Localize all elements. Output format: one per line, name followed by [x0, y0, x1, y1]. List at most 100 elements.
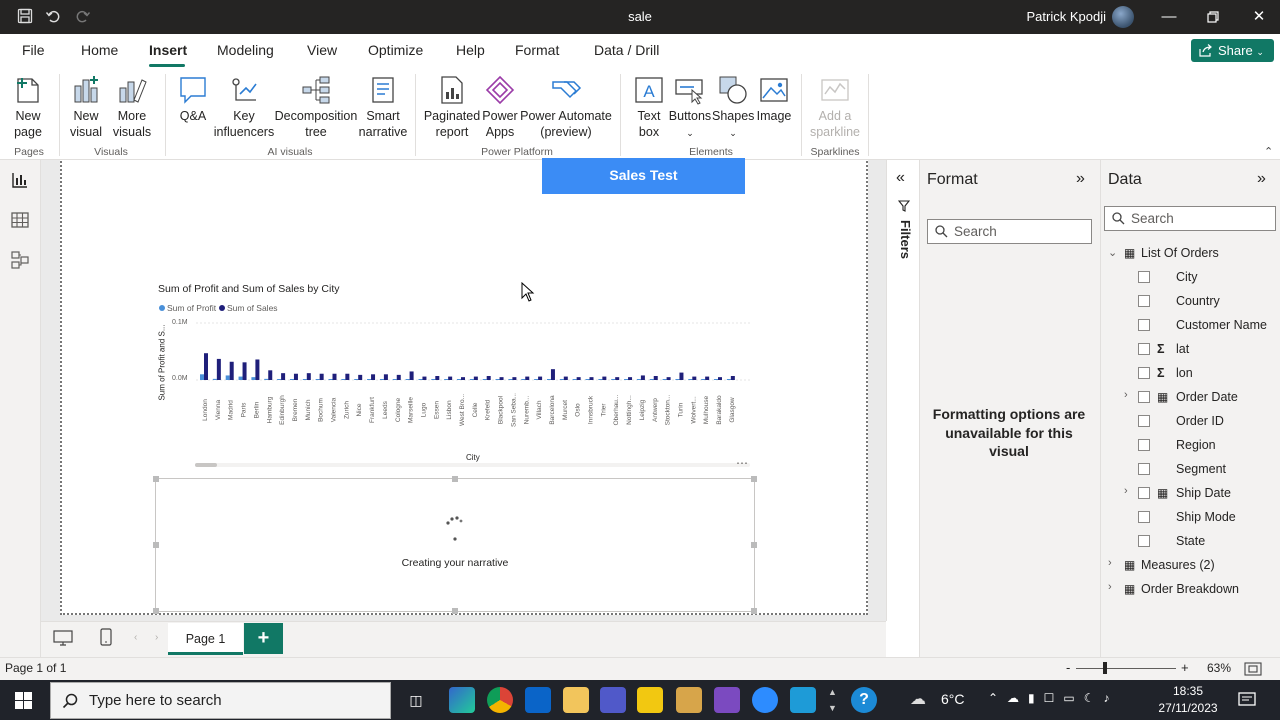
new-visual-button[interactable]: New visual [63, 74, 109, 140]
bar-profit[interactable] [392, 379, 397, 380]
page-tab-page-1[interactable]: Page 1 [168, 623, 243, 655]
chrome-icon[interactable] [487, 687, 513, 713]
field-checkbox[interactable] [1138, 343, 1150, 355]
undo-icon[interactable] [44, 8, 62, 26]
bar-sales[interactable] [499, 377, 504, 380]
field-checkbox[interactable] [1138, 391, 1150, 403]
field-order-date[interactable]: Order Date [1176, 388, 1238, 406]
resize-handle[interactable] [452, 608, 458, 614]
help-icon[interactable]: ? [851, 687, 877, 713]
bar-profit[interactable] [315, 379, 320, 380]
bar-profit[interactable] [534, 379, 539, 380]
text-box-button[interactable]: A Text box [628, 74, 670, 140]
system-tray-icons[interactable]: ⌃☁▮☐▭☾♪ [988, 691, 1119, 705]
chart-scrollbar[interactable] [195, 463, 750, 467]
legend-item-profit[interactable]: Sum of Profit [159, 303, 216, 313]
resize-handle[interactable] [153, 476, 159, 482]
scrollbar-thumb[interactable] [195, 463, 217, 467]
table-view-icon[interactable] [10, 210, 30, 230]
bar-sales[interactable] [705, 376, 710, 380]
resize-handle[interactable] [153, 608, 159, 614]
teams-icon[interactable] [600, 687, 626, 713]
save-icon[interactable] [16, 8, 34, 26]
field-state[interactable]: State [1176, 532, 1205, 550]
bar-sales[interactable] [383, 374, 388, 380]
zoom-slider-thumb[interactable] [1103, 662, 1107, 674]
tab-help[interactable]: Help [456, 42, 485, 58]
bar-sales[interactable] [718, 377, 722, 380]
field-checkbox[interactable] [1138, 463, 1150, 475]
minimize-icon[interactable]: — [1146, 0, 1192, 34]
bar-sales[interactable] [563, 376, 568, 380]
bar-sales[interactable] [679, 372, 684, 380]
bar-sales[interactable] [730, 376, 735, 380]
mobile-layout-icon[interactable] [100, 628, 112, 646]
bar-sales[interactable] [319, 373, 324, 380]
table-name-list-of-orders[interactable]: List Of Orders [1141, 244, 1219, 262]
bar-profit[interactable] [521, 379, 526, 380]
bar-profit[interactable] [354, 379, 359, 380]
bar-sales[interactable] [628, 377, 633, 380]
bar-profit[interactable] [277, 379, 282, 380]
paginated-report-button[interactable]: Paginated report [422, 74, 482, 140]
weather-temp[interactable]: 6°C [941, 691, 965, 707]
collapse-format-icon[interactable]: » [1076, 170, 1085, 188]
power-automate-button[interactable]: Power Automate (preview) [518, 74, 614, 140]
bar-profit[interactable] [328, 379, 333, 380]
legend-item-sales[interactable]: Sum of Sales [219, 303, 278, 313]
bar-sales[interactable] [409, 371, 414, 380]
field-checkbox[interactable] [1138, 295, 1150, 307]
bar-profit[interactable] [624, 379, 629, 380]
smart-narrative-visual[interactable]: Creating your narrative [153, 476, 757, 614]
bar-profit[interactable] [598, 379, 603, 380]
bar-profit[interactable] [482, 379, 487, 380]
tab-data-drill[interactable]: Data / Drill [594, 42, 659, 58]
restore-icon[interactable] [1190, 0, 1236, 34]
bar-profit[interactable] [289, 379, 294, 380]
bar-sales[interactable] [204, 353, 208, 380]
bar-profit[interactable] [726, 379, 731, 380]
field-region[interactable]: Region [1176, 436, 1216, 454]
bar-profit[interactable] [225, 375, 230, 380]
bar-sales[interactable] [216, 358, 221, 380]
smart-narrative-button[interactable]: Smart narrative [356, 74, 410, 140]
scroll-left-icon[interactable]: ‹ [134, 632, 137, 643]
new-page-button[interactable]: New page [4, 74, 52, 140]
bar-profit[interactable] [662, 379, 667, 380]
expand-filters-icon[interactable]: « [896, 169, 905, 187]
shapes-button[interactable]: Shapes ⌄ [712, 74, 754, 141]
collapse-ribbon-icon[interactable]: ⌃ [1264, 145, 1273, 158]
field-customer-name[interactable]: Customer Name [1176, 316, 1267, 334]
bar-sales[interactable] [640, 375, 645, 380]
field-country[interactable]: Country [1176, 292, 1220, 310]
field-segment[interactable]: Segment [1176, 460, 1226, 478]
redo-icon[interactable] [74, 8, 92, 26]
field-lat[interactable]: lat [1176, 340, 1189, 358]
taskbar-scroll-icon[interactable]: ▲ ▼ [828, 684, 837, 716]
bar-profit[interactable] [508, 379, 513, 380]
bar-profit[interactable] [264, 378, 269, 380]
chevron-right-icon[interactable]: › [1108, 581, 1112, 593]
field-ship-date[interactable]: Ship Date [1176, 484, 1231, 502]
chevron-down-icon[interactable]: ⌄ [1108, 246, 1117, 259]
field-checkbox[interactable] [1138, 487, 1150, 499]
sales-test-button[interactable]: Sales Test [542, 158, 745, 194]
zoom-app-icon[interactable] [752, 687, 778, 713]
bar-sales[interactable] [396, 374, 401, 380]
collapse-data-icon[interactable]: » [1257, 170, 1266, 188]
bar-sales[interactable] [358, 374, 363, 380]
field-checkbox[interactable] [1138, 319, 1150, 331]
bar-profit[interactable] [714, 379, 718, 380]
bar-profit[interactable] [675, 379, 680, 380]
bar-sales[interactable] [589, 377, 594, 380]
chevron-right-icon[interactable]: › [1124, 485, 1128, 497]
weather-icon[interactable]: ☁ [910, 689, 926, 709]
more-visuals-button[interactable]: More visuals [108, 74, 156, 140]
bar-sales[interactable] [345, 373, 350, 380]
resize-handle[interactable] [153, 542, 159, 548]
decomposition-tree-button[interactable]: Decomposition tree [274, 74, 358, 140]
bar-sales[interactable] [512, 377, 517, 380]
add-sparkline-button[interactable]: Add a sparkline [808, 74, 862, 140]
bar-profit[interactable] [238, 376, 243, 380]
field-checkbox[interactable] [1138, 511, 1150, 523]
